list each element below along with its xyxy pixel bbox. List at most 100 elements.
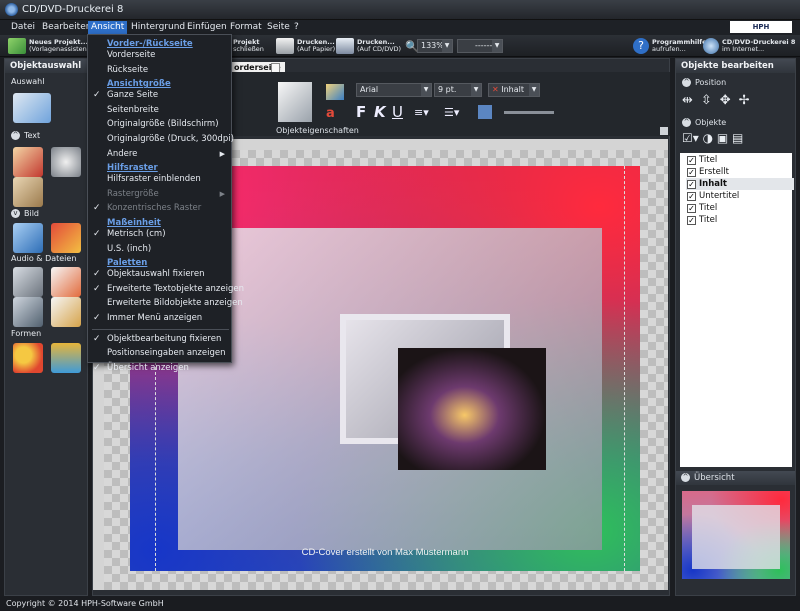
checkbox-icon[interactable]: ✓ [687, 168, 696, 177]
field-select[interactable]: ✕ Inhalt ▼ [488, 83, 540, 97]
object-item[interactable]: ✓ Erstellt [686, 166, 794, 178]
menu-item[interactable]: Hilfsraster einblenden [88, 172, 231, 186]
menu-datei[interactable]: Datei [8, 21, 38, 34]
select-tool-icon[interactable] [13, 93, 51, 123]
underline-icon[interactable]: U [392, 103, 403, 121]
object-tools[interactable]: ☑▾ ◑ ▣ ▤ [682, 131, 790, 151]
menu-item: Rastergröße ▶ [88, 187, 231, 201]
menu-item[interactable]: Rückseite [88, 63, 231, 77]
text-box-icon[interactable] [478, 105, 492, 119]
object-item[interactable]: ✓ Titel [686, 154, 794, 166]
checkmark-icon: ✓ [93, 269, 101, 280]
print-paper-button[interactable]: Drucken... (Auf Papier) [276, 36, 335, 56]
menu-item-label: Originalgröße (Druck, 300dpi) [107, 134, 234, 144]
collapse-icon[interactable]: ^ [682, 118, 691, 127]
menu-item[interactable]: Objektauswahl fixieren ✓ [88, 267, 231, 281]
object-item[interactable]: ✓ Untertitel [686, 190, 794, 202]
menu-item[interactable]: Ganze Seite ✓ [88, 88, 231, 102]
checkbox-icon[interactable]: ✓ [687, 216, 696, 225]
help-button[interactable]: ? Programmhilfe aufrufen... [633, 36, 707, 56]
close-project-button[interactable]: Projekt schließen [233, 36, 264, 56]
menu-item[interactable]: Positionseingaben anzeigen [88, 346, 231, 360]
line-spacing-icon[interactable]: ☰▾ [444, 106, 459, 119]
font-size-select[interactable]: 9 pt. ▼ [434, 83, 482, 97]
align-icon[interactable]: ≡▾ [414, 106, 429, 119]
cover-caption[interactable]: CD-Cover erstellt von Max Mustermann [130, 547, 640, 558]
menu-item[interactable]: Objektbearbeitung fixieren ✓ [88, 332, 231, 346]
shapes-tool-icon[interactable] [13, 343, 43, 373]
object-item[interactable]: ✓ Titel [686, 202, 794, 214]
menu-item[interactable]: Erweiterte Textobjekte anzeigen ✓ [88, 282, 244, 296]
menu-seite[interactable]: Seite [264, 21, 293, 34]
object-label: Inhalt [699, 179, 727, 189]
menu-item-label: Erweiterte Bildobjekte anzeigen [107, 298, 243, 309]
object-label: Titel [699, 155, 718, 165]
audio-tool-icon[interactable] [13, 267, 43, 297]
menu-ansicht[interactable]: Ansicht [88, 21, 128, 34]
overview-header: ^ Übersicht [676, 471, 795, 485]
cd-printer-icon [336, 38, 354, 54]
collapse-icon[interactable]: ^ [682, 78, 691, 87]
tracklist-tool-icon[interactable] [51, 267, 81, 297]
stamp-tool-icon[interactable] [13, 177, 43, 207]
menu-bearbeiten[interactable]: Bearbeiten [39, 21, 94, 34]
menu-item[interactable]: Übersicht anzeigen ✓ [88, 361, 231, 375]
zoom-select[interactable]: 133% ▼ [417, 39, 453, 53]
print-cd-button[interactable]: Drucken... (Auf CD/DVD) [336, 36, 401, 56]
image-effect-tool-icon[interactable] [51, 223, 81, 253]
new-project-button[interactable]: Neues Projekt... (Vorlagenassisten [8, 36, 88, 56]
web-button[interactable]: CD/DVD-Druckerei 8 im Internet... [703, 36, 795, 56]
audio-list-tool-icon[interactable] [13, 297, 43, 327]
arrows-tool-icon[interactable] [51, 343, 81, 373]
chevron-down-icon: ▼ [529, 84, 539, 96]
menu-item: Konzentrisches Raster ✓ [88, 201, 231, 215]
cd-text-tool-icon[interactable] [51, 147, 81, 177]
image-tool-icon[interactable] [13, 223, 43, 253]
menu-format[interactable]: Format [227, 21, 265, 34]
menu-item[interactable]: Erweiterte Bildobjekte anzeigen [88, 296, 243, 310]
menu-item[interactable]: Seitenbreite [88, 103, 231, 117]
text-effect-icon[interactable]: a [326, 106, 335, 121]
checkmark-icon: ✓ [93, 333, 101, 344]
menu-item-label: Vorderseite [107, 50, 156, 60]
menu-item[interactable]: Andere ▶ [88, 147, 231, 161]
checkbox-icon[interactable]: ✓ [687, 156, 696, 165]
object-item-selected[interactable]: ✓ Inhalt [686, 178, 794, 190]
collapse-icon[interactable]: ^ [681, 473, 690, 482]
menu-einfuegen[interactable]: Einfügen [184, 21, 230, 34]
menu-item[interactable]: Originalgröße (Druck, 300dpi) [88, 132, 234, 146]
menu-item-label: Originalgröße (Bildschirm) [107, 119, 219, 130]
object-item[interactable]: ✓ Titel [686, 214, 794, 226]
help-sublabel: aufrufen... [652, 45, 686, 53]
menu-item-label: Konzentrisches Raster [107, 203, 202, 214]
menu-item[interactable]: Immer Menü anzeigen ✓ [88, 311, 231, 325]
menu-hintergrund[interactable]: Hintergrund [128, 21, 188, 34]
menu-item-label: U.S. (inch) [107, 243, 152, 254]
bold-icon[interactable]: F [356, 103, 366, 121]
checkbox-icon[interactable]: ✓ [687, 192, 696, 201]
menu-item-label: Ganze Seite [107, 90, 159, 101]
text-tool-icon[interactable] [13, 147, 43, 177]
italic-icon[interactable]: K [374, 103, 386, 121]
menu-item[interactable]: Metrisch (cm) ✓ [88, 227, 231, 241]
checkbox-icon[interactable]: ✓ [687, 204, 696, 213]
collapse-icon[interactable]: v [11, 209, 20, 218]
menu-help[interactable]: ? [291, 21, 302, 34]
expand-icon[interactable] [660, 127, 668, 135]
font-select[interactable]: Arial ▼ [356, 83, 432, 97]
file-list-tool-icon[interactable] [51, 297, 81, 327]
line-style-select[interactable]: ------ ▼ [457, 39, 503, 53]
menu-bar: Datei Bearbeiten Ansicht Hintergrund Ein… [0, 20, 800, 35]
delete-icon: ✕ [492, 85, 499, 94]
menu-item-label: Seitenbreite [107, 104, 159, 115]
position-tools[interactable]: ⇹⇳✥✢ [682, 93, 758, 108]
menu-item[interactable]: Vorderseite [88, 48, 231, 62]
objects-list: ✓ Titel ✓ Erstellt ✓ Inhalt ✓ Untertitel ✓ Ti… [680, 153, 794, 467]
menu-item[interactable]: Originalgröße (Bildschirm) [88, 117, 231, 131]
overview-thumbnail[interactable] [682, 491, 790, 579]
opacity-slider[interactable] [504, 111, 554, 114]
menu-item[interactable]: U.S. (inch) [88, 242, 231, 256]
collapse-icon[interactable]: ^ [11, 131, 20, 140]
checkbox-icon[interactable]: ✓ [687, 180, 696, 189]
fill-color-icon[interactable] [326, 84, 344, 100]
